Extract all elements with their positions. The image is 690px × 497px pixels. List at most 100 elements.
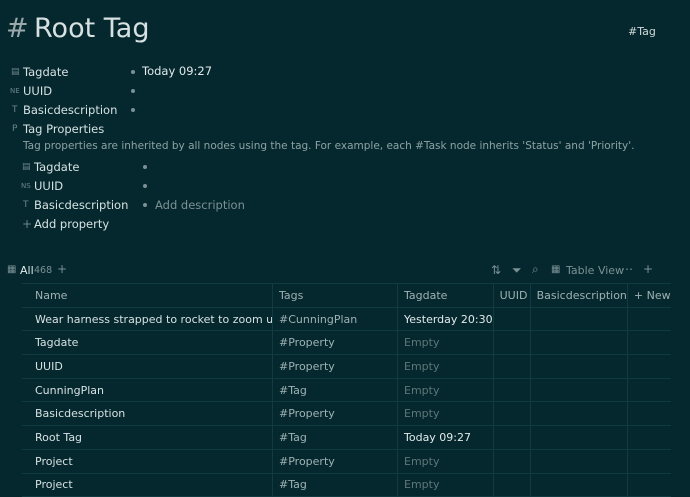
new-column-label: New — [646, 288, 671, 302]
data-table: Name Tags Tagdate UUID Basicdescription … — [0, 283, 671, 497]
cell-tagdate[interactable]: Empty — [397, 401, 494, 427]
cell-tags[interactable]: #Property — [272, 354, 398, 379]
cell-uuid[interactable] — [492, 330, 531, 356]
cell-tags[interactable]: #CunningPlan — [272, 307, 398, 332]
table-row[interactable]: Project #Property Empty — [0, 449, 671, 474]
field-label-tag-properties[interactable]: Tag Properties — [23, 122, 104, 136]
property-label-tagdate[interactable]: Tagdate — [34, 160, 79, 174]
plus-icon: + — [22, 217, 33, 231]
property-label-uuid[interactable]: UUID — [34, 179, 63, 193]
cell-uuid[interactable] — [492, 473, 531, 497]
field-value-tagdate[interactable]: Today 09:27 — [142, 64, 212, 78]
add-view-icon[interactable]: + — [57, 262, 67, 276]
cell-new — [626, 401, 671, 427]
row-gutter — [0, 307, 22, 331]
add-description-placeholder[interactable]: Add description — [155, 198, 245, 212]
cell-basicdescription[interactable] — [529, 378, 628, 403]
more-icon[interactable]: ⋯ — [621, 262, 633, 276]
cell-new — [626, 307, 671, 332]
field-label-uuid[interactable]: UUID — [23, 84, 52, 98]
cell-tagdate[interactable]: Yesterday 20:30 — [397, 307, 494, 332]
property-label-basicdescription[interactable]: Basicdescription — [34, 198, 128, 212]
cell-name[interactable]: Root Tag — [22, 425, 273, 450]
cell-basicdescription[interactable] — [529, 307, 628, 332]
tag-properties-description: Tag properties are inherited by all node… — [23, 140, 635, 152]
field-bullet — [131, 70, 135, 74]
page-title[interactable]: Root Tag — [34, 13, 149, 44]
cell-basicdescription[interactable] — [529, 330, 628, 356]
field-bullet — [131, 108, 135, 112]
number-icon: NE — [10, 87, 20, 95]
number-icon: NS — [21, 182, 31, 190]
cell-uuid[interactable] — [492, 449, 531, 474]
cell-uuid[interactable] — [492, 425, 531, 450]
table-view-icon[interactable]: ▦ — [551, 264, 560, 275]
add-row-icon[interactable]: + — [643, 262, 653, 276]
row-gutter — [0, 449, 22, 473]
cell-new — [626, 354, 671, 379]
cell-uuid[interactable] — [492, 354, 531, 379]
cell-tags[interactable]: #Property — [272, 401, 398, 427]
tag-badge[interactable]: #Tag — [628, 25, 656, 38]
cell-name[interactable]: Project — [22, 473, 273, 497]
cell-uuid[interactable] — [492, 401, 531, 427]
field-label-basicdescription[interactable]: Basicdescription — [23, 103, 117, 117]
cell-basicdescription[interactable] — [529, 473, 628, 497]
search-icon[interactable]: ⌕ — [532, 262, 539, 277]
cell-basicdescription[interactable] — [529, 354, 628, 379]
title-hash-icon: # — [6, 13, 29, 44]
cell-tagdate[interactable]: Empty — [397, 473, 494, 497]
table-row[interactable]: Wear harness strapped to rocket to zoom … — [0, 307, 671, 332]
cell-tagdate[interactable]: Empty — [397, 330, 494, 356]
cell-tagdate[interactable]: Empty — [397, 378, 494, 403]
table-row[interactable]: CunningPlan #Tag Empty — [0, 378, 671, 403]
cell-basicdescription[interactable] — [529, 401, 628, 427]
sort-icon[interactable]: ⇅ — [491, 263, 501, 277]
column-header-basicdescription[interactable]: Basicdescription — [529, 283, 628, 308]
cell-name[interactable]: Wear harness strapped to rocket to zoom … — [22, 307, 273, 332]
cell-name[interactable]: CunningPlan — [22, 378, 273, 403]
cell-new — [626, 378, 671, 403]
cell-tags[interactable]: #Tag — [272, 425, 398, 450]
cell-name[interactable]: UUID — [22, 354, 273, 379]
table-header-row: Name Tags Tagdate UUID Basicdescription … — [0, 283, 671, 308]
calendar-icon: ▤ — [22, 162, 31, 172]
table-icon: ▦ — [7, 264, 17, 275]
table-row[interactable]: Basicdescription #Property Empty — [0, 401, 671, 427]
cell-tags[interactable]: #Tag — [272, 473, 398, 497]
tab-count: 468 — [34, 265, 53, 276]
table-row[interactable]: Project #Tag Empty — [0, 473, 671, 497]
add-property-button[interactable]: Add property — [34, 217, 109, 231]
column-header-uuid[interactable]: UUID — [492, 283, 531, 308]
cell-uuid[interactable] — [492, 378, 531, 403]
table-row[interactable]: Tagdate #Property Empty — [0, 330, 671, 356]
cell-new — [626, 449, 671, 474]
tab-all[interactable]: All — [20, 264, 34, 277]
cell-basicdescription[interactable] — [529, 449, 628, 474]
cell-tags[interactable]: #Property — [272, 449, 398, 474]
cell-tagdate[interactable]: Empty — [397, 354, 494, 379]
cell-uuid[interactable] — [492, 307, 531, 332]
cell-name[interactable]: Project — [22, 449, 273, 474]
filter-icon[interactable]: ⏷ — [512, 263, 522, 278]
table-row[interactable]: Root Tag #Tag Today 09:27 — [0, 425, 671, 450]
text-icon: P — [12, 124, 18, 134]
table-view-button[interactable]: Table View — [566, 264, 624, 277]
cell-name[interactable]: Tagdate — [22, 330, 273, 356]
new-column-button[interactable]: + New — [626, 283, 671, 308]
plus-icon: + — [633, 288, 647, 302]
cell-tags[interactable]: #Tag — [272, 378, 398, 403]
cell-tagdate[interactable]: Today 09:27 — [397, 425, 494, 450]
cell-basicdescription[interactable] — [529, 425, 628, 450]
column-header-tagdate[interactable]: Tagdate — [397, 283, 494, 308]
table-row[interactable]: UUID #Property Empty — [0, 354, 671, 379]
cell-name[interactable]: Basicdescription — [22, 401, 273, 427]
row-gutter — [0, 378, 22, 402]
cell-tags[interactable]: #Property — [272, 330, 398, 356]
field-label-tagdate[interactable]: Tagdate — [23, 65, 68, 79]
row-gutter — [0, 355, 22, 379]
column-header-name[interactable]: Name — [22, 283, 273, 308]
column-header-tags[interactable]: Tags — [272, 283, 398, 308]
cell-new — [626, 425, 671, 450]
cell-tagdate[interactable]: Empty — [397, 449, 494, 474]
